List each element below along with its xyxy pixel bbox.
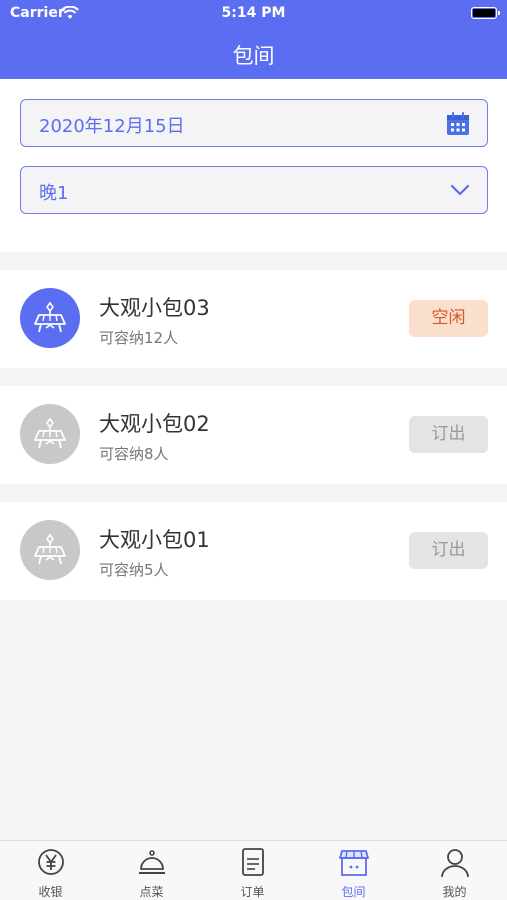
tab-orders[interactable]: 订单 xyxy=(202,841,303,900)
time-slot-value: 晚1 xyxy=(39,183,69,204)
room-name: 大观小包02 xyxy=(99,412,210,436)
tab-profile[interactable]: 我的 xyxy=(404,841,505,900)
calendar-icon[interactable] xyxy=(445,111,471,141)
status-badge[interactable]: 订出 xyxy=(409,416,488,453)
status-badge[interactable]: 空闲 xyxy=(409,300,488,337)
room-row[interactable]: 大观小包03 可容纳12人 空闲 xyxy=(0,270,507,368)
table-icon xyxy=(20,520,80,580)
tab-private-rooms[interactable]: 包间 xyxy=(303,841,404,900)
chevron-down-icon xyxy=(449,178,471,206)
filter-panel: 2020年12月15日 晚1 xyxy=(0,79,507,252)
room-capacity: 可容纳5人 xyxy=(99,561,169,579)
storefront-icon xyxy=(338,847,370,879)
service-bell-icon xyxy=(136,847,168,879)
room-capacity: 可容纳8人 xyxy=(99,445,169,463)
tab-order-food[interactable]: 点菜 xyxy=(101,841,202,900)
document-icon xyxy=(237,847,269,879)
tab-label: 我的 xyxy=(442,885,467,899)
nav-header: Carrier 5:14 PM 包间 xyxy=(0,0,507,79)
date-picker[interactable]: 2020年12月15日 xyxy=(20,99,488,147)
status-bar: Carrier 5:14 PM xyxy=(0,0,507,28)
date-value: 2020年12月15日 xyxy=(39,116,185,137)
room-row[interactable]: 大观小包02 可容纳8人 订出 xyxy=(0,386,507,484)
tab-bar: 收银 点菜 订单 包间 我的 xyxy=(0,840,507,900)
room-capacity: 可容纳12人 xyxy=(99,329,179,347)
table-icon xyxy=(20,288,80,348)
table-icon xyxy=(20,404,80,464)
battery-icon xyxy=(471,7,500,19)
page-title: 包间 xyxy=(232,44,275,68)
tab-label: 点菜 xyxy=(139,885,164,899)
time-slot-select[interactable]: 晚1 xyxy=(20,166,488,214)
tab-label: 包间 xyxy=(341,885,366,899)
status-time: 5:14 PM xyxy=(221,5,286,21)
yen-coin-icon xyxy=(35,847,67,879)
status-badge[interactable]: 订出 xyxy=(409,532,488,569)
room-name: 大观小包03 xyxy=(99,296,210,320)
tab-label: 订单 xyxy=(240,885,265,899)
room-row[interactable]: 大观小包01 可容纳5人 订出 xyxy=(0,502,507,600)
room-name: 大观小包01 xyxy=(99,528,210,552)
tab-label: 收银 xyxy=(38,885,63,899)
user-icon xyxy=(439,847,471,879)
tab-cashier[interactable]: 收银 xyxy=(0,841,101,900)
